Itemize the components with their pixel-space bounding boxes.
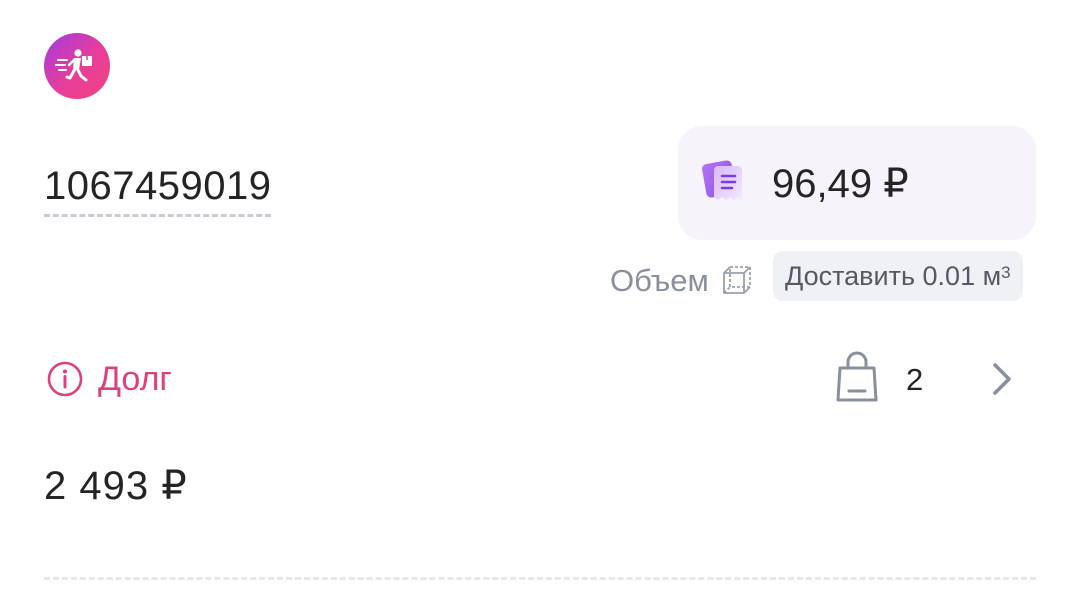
deliver-volume-badge: Доставить 0.01 м3 <box>773 251 1023 301</box>
order-price: 96,49 ₽ <box>772 162 909 206</box>
volume-label: Объем <box>610 263 709 298</box>
dashed-divider <box>44 577 1036 580</box>
debt-amount: 2 493 ₽ <box>44 464 188 508</box>
cube-icon <box>723 266 751 294</box>
chevron-right-icon[interactable] <box>986 358 1018 400</box>
items-count: 2 <box>906 362 924 397</box>
shopping-bag-icon[interactable] <box>834 350 880 404</box>
deliver-volume-text: Доставить 0.01 м <box>785 260 1002 291</box>
order-number[interactable]: 1067459019 <box>44 160 272 217</box>
courier-avatar <box>44 33 110 99</box>
courier-running-icon <box>55 49 92 82</box>
receipt-icon <box>702 160 742 200</box>
info-icon <box>47 361 83 397</box>
volume-unit-superscript: 3 <box>1001 263 1011 282</box>
debt-label: Долг <box>98 360 172 398</box>
